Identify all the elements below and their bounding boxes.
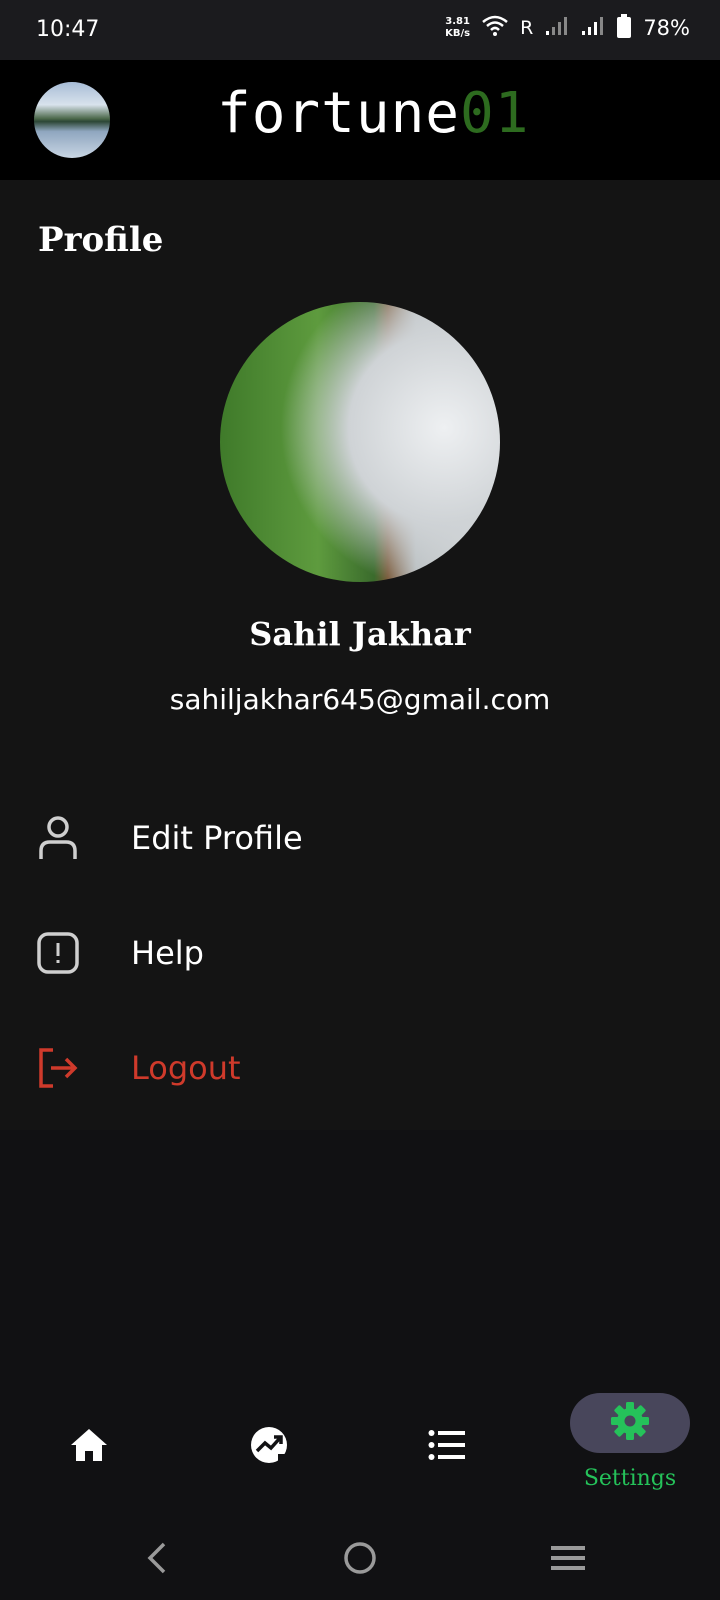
user-name: Sahil Jakhar (249, 615, 471, 653)
gear-icon (610, 1401, 650, 1445)
logo-text-fortune: fortune (217, 81, 461, 146)
menu-item-logout[interactable]: Logout (0, 1023, 720, 1113)
user-icon (36, 816, 80, 860)
wifi-icon (482, 15, 508, 41)
help-label: Help (131, 934, 204, 972)
profile-photo[interactable] (220, 302, 500, 582)
signal-icon-sim2 (581, 16, 605, 40)
signal-icon-sim1 (545, 16, 569, 40)
app-logo: fortune01 (217, 84, 529, 144)
system-recents-button[interactable] (548, 1540, 588, 1580)
help-icon (36, 931, 80, 975)
nav-home[interactable] (62, 1420, 116, 1474)
page-title: Profile (38, 220, 164, 260)
nav-settings-label[interactable]: Settings (562, 1466, 698, 1491)
nav-markets[interactable] (242, 1420, 296, 1474)
nav-settings[interactable] (570, 1393, 690, 1453)
battery-percent: 78% (643, 16, 690, 40)
home-circle-icon (342, 1540, 378, 1580)
status-indicators: 3.81 KB/s R 78% (445, 14, 690, 42)
home-icon (69, 1427, 109, 1467)
network-speed-value: 3.81 (445, 16, 470, 27)
user-email: sahiljakhar645@gmail.com (169, 683, 551, 716)
system-home-button[interactable] (340, 1540, 380, 1580)
network-speed: 3.81 KB/s (445, 16, 470, 40)
header-avatar[interactable] (34, 82, 110, 158)
menu-item-edit-profile[interactable]: Edit Profile (0, 793, 720, 883)
back-chevron-icon (144, 1541, 168, 1579)
network-speed-unit: KB/s (445, 28, 471, 39)
status-time: 10:47 (36, 17, 100, 42)
roaming-indicator: R (520, 17, 534, 39)
trending-icon (249, 1425, 289, 1469)
logo-text-01: 01 (460, 81, 530, 146)
menu-lines-icon (551, 1544, 585, 1576)
menu-item-help[interactable]: Help (0, 908, 720, 998)
list-icon (428, 1429, 466, 1465)
logout-label: Logout (131, 1049, 241, 1087)
logout-icon (36, 1046, 80, 1090)
system-back-button[interactable] (136, 1540, 176, 1580)
battery-icon (617, 14, 632, 42)
edit-profile-label: Edit Profile (131, 819, 303, 857)
nav-list[interactable] (420, 1420, 474, 1474)
status-bar: 10:47 3.81 KB/s R 78% (0, 0, 720, 60)
